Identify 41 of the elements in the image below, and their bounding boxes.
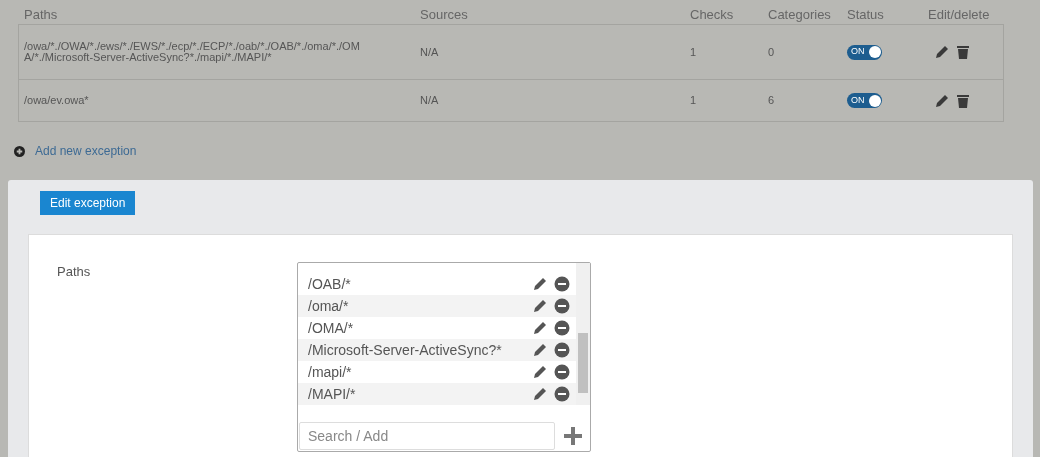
categories-cell-text: 0 <box>768 44 776 60</box>
add-icon[interactable] <box>14 145 25 157</box>
column-header: Status <box>847 6 885 24</box>
pencil-icon[interactable] <box>532 342 548 358</box>
edit-exception-tab[interactable]: Edit exception <box>40 191 136 215</box>
status-toggle[interactable]: ON <box>847 93 882 108</box>
path-cell-text: /owa/ev.owa* <box>24 95 90 106</box>
sources-cell-text: N/A <box>420 44 440 60</box>
remove-icon[interactable] <box>554 276 570 292</box>
scrollbar[interactable] <box>576 263 590 405</box>
categories-cell-text: 6 <box>768 93 776 109</box>
column-header: Categories <box>768 6 832 24</box>
column-header: Paths <box>24 6 59 24</box>
pencil-icon[interactable] <box>532 298 548 314</box>
status-toggle[interactable]: ON <box>847 44 882 60</box>
remove-icon[interactable] <box>554 342 570 358</box>
column-header: Edit/delete <box>928 6 991 24</box>
pencil-icon[interactable] <box>934 92 950 109</box>
remove-icon[interactable] <box>554 320 570 336</box>
path-cell-text: /owa/*./OWA/*./ews/*./EWS/*./ecp/*./ECP/*./oab/*./OAB/*./oma/*./OMA/*./Microsoft-Server-ActiveSync?*./mapi/*./MAPI/* <box>24 41 361 63</box>
search-add-field[interactable]: Search / Add <box>299 422 555 450</box>
trash-icon[interactable] <box>956 92 970 109</box>
column-header: Checks <box>690 6 735 24</box>
remove-icon[interactable] <box>554 386 570 402</box>
sources-cell-text: N/A <box>420 93 440 109</box>
path-list-item[interactable]: /MAPI/* <box>298 383 576 405</box>
paths-label: Paths <box>57 263 92 281</box>
path-list-item[interactable]: /oma/* <box>298 295 576 317</box>
pencil-icon[interactable] <box>532 320 548 336</box>
path-list-item[interactable]: /Microsoft-Server-ActiveSync?* <box>298 339 576 361</box>
checks-cell-text: 1 <box>690 93 698 109</box>
pencil-icon[interactable] <box>934 44 950 60</box>
column-header: Sources <box>420 6 469 24</box>
pencil-icon[interactable] <box>532 364 548 380</box>
remove-icon[interactable] <box>554 364 570 380</box>
pencil-icon[interactable] <box>532 276 548 292</box>
trash-icon[interactable] <box>956 44 970 60</box>
checks-cell-text: 1 <box>690 44 698 60</box>
plus-icon[interactable] <box>563 426 583 446</box>
pencil-icon[interactable] <box>532 386 548 402</box>
remove-icon[interactable] <box>554 298 570 314</box>
